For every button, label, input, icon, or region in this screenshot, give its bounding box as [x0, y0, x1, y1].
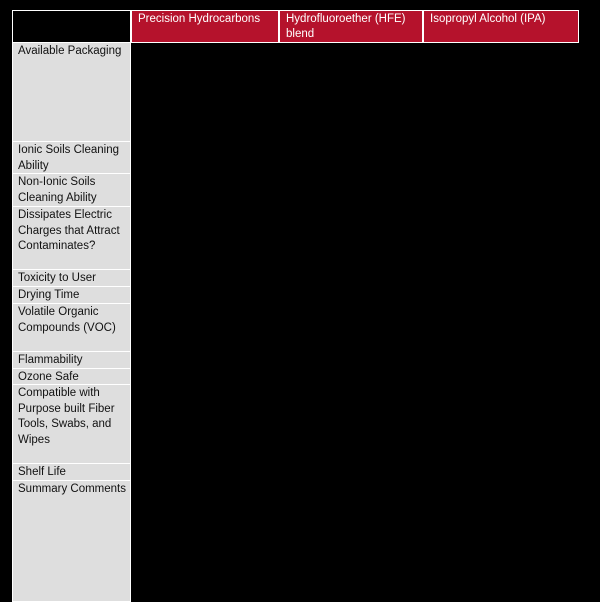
row-label-voc: Volatile Organic Compounds (VOC) — [13, 303, 130, 351]
table-row — [131, 351, 579, 368]
table-row — [131, 480, 579, 589]
row-label-summary-comments: Summary Comments — [13, 480, 130, 589]
column-header-precision-hydrocarbons: Precision Hydrocarbons — [131, 10, 279, 43]
row-label-non-ionic-soils-cleaning: Non-Ionic Soils Cleaning Ability — [13, 173, 130, 206]
table-row — [131, 269, 579, 286]
table-row — [131, 173, 579, 206]
table-body: Available Packaging Ionic Soils Cleaning … — [12, 43, 579, 602]
table-row — [131, 303, 579, 351]
table-row — [131, 286, 579, 303]
table-row — [131, 206, 579, 269]
table-row — [131, 141, 579, 173]
row-label-toxicity-to-user: Toxicity to User — [13, 269, 130, 286]
row-label-drying-time: Drying Time — [13, 286, 130, 303]
column-header-hfe-blend: Hydrofluoroether (HFE) blend — [279, 10, 423, 43]
row-label-flammability: Flammability — [13, 351, 130, 368]
row-label-ozone-safe: Ozone Safe — [13, 368, 130, 384]
table-row — [131, 368, 579, 384]
row-label-shelf-life: Shelf Life — [13, 463, 130, 480]
row-label-dissipates-electric-charges: Dissipates Electric Charges that Attract… — [13, 206, 130, 269]
row-label-column: Available Packaging Ionic Soils Cleaning … — [12, 43, 131, 602]
column-header-isopropyl-alcohol: Isopropyl Alcohol (IPA) — [423, 10, 579, 43]
row-data-column — [131, 43, 579, 590]
table-row — [131, 43, 579, 141]
table-row — [131, 384, 579, 463]
row-label-available-packaging: Available Packaging — [13, 43, 130, 141]
row-label-compatible-fiber-tools: Compatible with Purpose built Fiber Tool… — [13, 384, 130, 463]
header-corner-cell — [12, 10, 131, 43]
table-row — [131, 463, 579, 480]
table-header-row: Precision Hydrocarbons Hydrofluoroether … — [12, 10, 579, 43]
row-label-ionic-soils-cleaning: Ionic Soils Cleaning Ability — [13, 141, 130, 173]
